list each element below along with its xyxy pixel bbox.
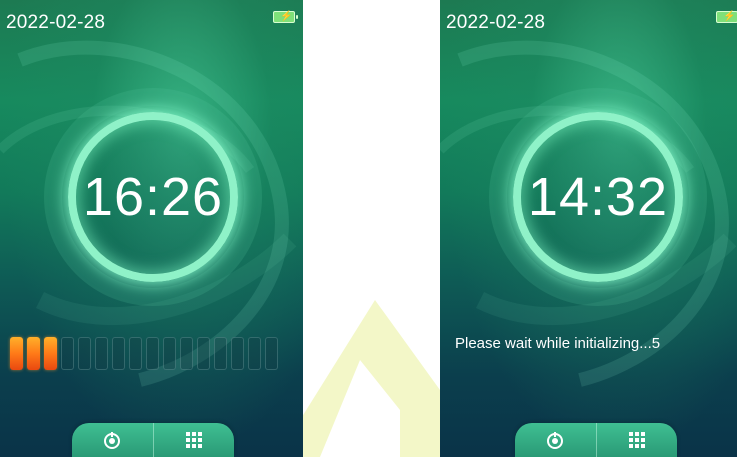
progress-segment-empty xyxy=(112,337,125,370)
power-icon xyxy=(104,432,121,449)
progress-segment-empty xyxy=(163,337,176,370)
progress-bar xyxy=(10,337,278,370)
progress-segment-filled xyxy=(10,337,23,370)
progress-segment-empty xyxy=(61,337,74,370)
grid-menu-icon xyxy=(185,432,202,448)
progress-segment-empty xyxy=(78,337,91,370)
battery-icon: ⚡ xyxy=(273,11,298,23)
bottom-dock xyxy=(515,423,677,457)
power-button[interactable] xyxy=(72,423,153,457)
date-label: 2022-02-28 xyxy=(6,12,106,33)
progress-segment-empty xyxy=(231,337,244,370)
progress-segment-empty xyxy=(197,337,210,370)
progress-segment-filled xyxy=(44,337,57,370)
power-icon xyxy=(547,432,564,449)
progress-segment-empty xyxy=(248,337,261,370)
menu-button[interactable] xyxy=(152,423,235,457)
device-screen-right: 2022-02-28 ⚡ 14:32 Please wait while ini… xyxy=(440,0,737,457)
date-label: 2022-02-28 xyxy=(446,12,546,33)
device-screen-left: 2022-02-28 ⚡ 16:26 xyxy=(0,0,303,457)
progress-segment-empty xyxy=(95,337,108,370)
progress-segment-filled xyxy=(27,337,40,370)
battery-icon: ⚡ xyxy=(716,11,737,23)
progress-segment-empty xyxy=(146,337,159,370)
progress-segment-empty xyxy=(214,337,227,370)
clock-time: 16:26 xyxy=(82,167,224,227)
progress-segment-empty xyxy=(180,337,193,370)
power-button[interactable] xyxy=(515,423,596,457)
watermark-logo xyxy=(300,300,440,457)
grid-menu-icon xyxy=(628,432,645,448)
bottom-dock xyxy=(72,423,234,457)
progress-segment-empty xyxy=(265,337,278,370)
initializing-message: Please wait while initializing...5 xyxy=(455,335,661,352)
progress-segment-empty xyxy=(129,337,142,370)
clock-time: 14:32 xyxy=(527,167,669,227)
menu-button[interactable] xyxy=(595,423,678,457)
